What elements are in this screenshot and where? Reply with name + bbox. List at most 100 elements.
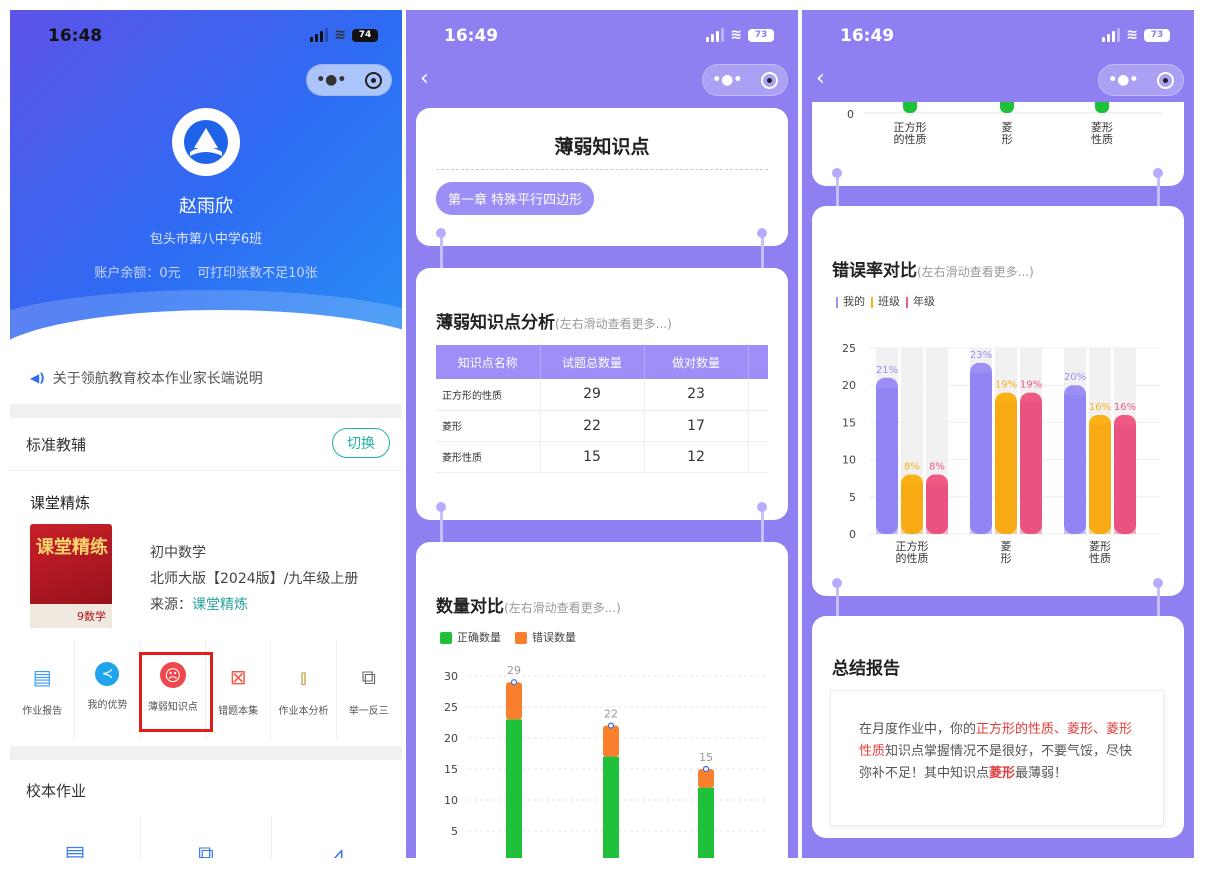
status-time: 16:49 bbox=[444, 26, 499, 46]
school-class: 包头市第八中学6班 bbox=[149, 232, 263, 247]
bar-shade bbox=[1020, 402, 1042, 534]
total-marker bbox=[702, 765, 710, 773]
tool-report[interactable]: ▤ 作业报告 bbox=[10, 640, 76, 740]
x-tick-label: 性质 bbox=[1089, 551, 1111, 565]
more-icon[interactable]: •●• bbox=[1108, 72, 1138, 88]
quantity-chart: 5 10 15 20 25 30 29 22 15 bbox=[444, 664, 766, 858]
bar-wrong bbox=[506, 682, 522, 720]
book-cover[interactable]: 课堂精练 9数学 bbox=[30, 524, 112, 628]
error-rate-chart: 051015202521%8% 8%正方形的性质23%19% 19%菱形20%16%… bbox=[842, 342, 1160, 565]
bar-wrong bbox=[603, 725, 619, 757]
data-label: 21% bbox=[876, 365, 898, 376]
more-icon[interactable]: •●• bbox=[712, 72, 742, 88]
student-name: 赵雨欣 bbox=[179, 196, 233, 217]
status-bar: 16:48 ≋ 74 bbox=[10, 10, 402, 62]
y-tick-label: 25 bbox=[842, 342, 856, 355]
y-tick-label: 20 bbox=[842, 379, 856, 392]
summary-text: 在月度作业中，你的正方形的性质、菱形、菱形性质知识点掌握情况不是很好，不要气馁，… bbox=[830, 690, 1164, 826]
table-row: 正方形的性质 29 23 bbox=[436, 379, 768, 411]
data-label: 23% bbox=[970, 350, 992, 361]
trend-icon[interactable]: ⩘ bbox=[272, 816, 402, 858]
error-rate-title: 错误率对比(左右滑动查看更多...) bbox=[832, 261, 1034, 281]
bar-shade bbox=[1064, 395, 1086, 534]
y-tick-label: 0 bbox=[847, 108, 854, 121]
share-icon: ≺ bbox=[95, 662, 120, 686]
book-info: 初中数学 北师大版【2024版】/九年级上册 来源：课堂精炼 bbox=[150, 545, 359, 613]
x-tick-label: 的性质 bbox=[894, 132, 927, 146]
analysis-table: 知识点名称 试题总数量 做对数量 正方形的性质 29 23 菱形 22 17 菱形性质 15 1… bbox=[436, 345, 768, 473]
notice-link[interactable]: ◀) 关于领航教育校本作业家长端说明 bbox=[30, 368, 263, 388]
weak-points-card: 薄弱知识点 第一章 特殊平行四边形 bbox=[416, 108, 788, 246]
y-tick-label: 0 bbox=[849, 528, 856, 541]
total-label: 22 bbox=[604, 708, 618, 721]
data-label: 20% bbox=[1064, 372, 1086, 383]
signal-icon bbox=[706, 28, 725, 42]
doc-icon[interactable]: ▤ bbox=[10, 816, 141, 858]
back-icon[interactable]: ‹ bbox=[420, 66, 429, 91]
error-rate-legend: 我的 班级 年级 bbox=[836, 293, 1184, 309]
tool-analogy[interactable]: ⧉ 举一反三 bbox=[337, 640, 402, 740]
tool-workbook-analysis[interactable]: ⫾ 作业本分析 bbox=[271, 640, 337, 740]
bar-shade bbox=[1114, 424, 1136, 534]
y-tick-label: 10 bbox=[842, 454, 856, 467]
course-title: 课堂精炼 bbox=[30, 494, 91, 512]
data-label: 19% bbox=[995, 380, 1017, 391]
miniapp-capsule[interactable]: •●• bbox=[702, 64, 788, 96]
y-tick-label: 15 bbox=[444, 763, 458, 776]
bar-shade bbox=[970, 372, 992, 534]
back-icon[interactable]: ‹ bbox=[816, 66, 825, 91]
total-label: 15 bbox=[699, 751, 713, 764]
bar-shade bbox=[1089, 424, 1111, 534]
balance-info: 账户余额：0元 可打印张数不足10张 bbox=[94, 266, 318, 281]
speaker-icon: ◀) bbox=[30, 371, 45, 385]
x-tick-label: 正方形 bbox=[896, 539, 929, 553]
data-label: 16% bbox=[1089, 402, 1111, 413]
status-bar: 16:49 ≋ 73 bbox=[406, 10, 798, 62]
school-logo bbox=[172, 108, 240, 176]
close-miniapp-icon[interactable] bbox=[760, 71, 778, 89]
battery-icon: 74 bbox=[352, 28, 378, 42]
total-label: 29 bbox=[507, 664, 521, 677]
weak-points-screen: 16:49 ≋ 73 ‹ •●• 薄弱知识点 第一章 特殊平行四边形 薄弱知识点分… bbox=[406, 10, 798, 858]
y-tick-label: 25 bbox=[444, 701, 458, 714]
miniapp-capsule[interactable]: •●• bbox=[1098, 64, 1184, 96]
y-tick-label: 30 bbox=[444, 670, 458, 683]
signal-icon bbox=[310, 28, 329, 42]
y-tick-label: 10 bbox=[444, 794, 458, 807]
status-time: 16:48 bbox=[48, 26, 103, 46]
x-tick-label: 形 bbox=[1001, 552, 1012, 565]
x-tick-label: 形 bbox=[1002, 133, 1013, 146]
bar-correct bbox=[603, 756, 619, 858]
switch-button[interactable]: 切换 bbox=[332, 428, 390, 458]
standard-label: 标准教辅 bbox=[26, 436, 87, 454]
chapter-tag[interactable]: 第一章 特殊平行四边形 bbox=[436, 182, 595, 215]
bar-shade bbox=[995, 402, 1017, 534]
table-row: 菱形 22 17 bbox=[436, 410, 768, 442]
bar-chart-icon: ⫾ bbox=[300, 665, 307, 689]
y-tick-label: 5 bbox=[849, 491, 856, 504]
frame-icon[interactable]: ⧉ bbox=[141, 816, 272, 858]
total-marker bbox=[607, 722, 615, 729]
close-miniapp-icon[interactable] bbox=[1156, 71, 1174, 89]
data-label: 16% bbox=[1114, 402, 1136, 413]
school-homework-label: 校本作业 bbox=[26, 782, 87, 800]
summary-title: 总结报告 bbox=[832, 659, 900, 679]
close-miniapp-icon[interactable] bbox=[364, 71, 382, 89]
error-rate-card: 错误率对比(左右滑动查看更多...) 我的 班级 年级 0 5 10 15 20 25 21… bbox=[812, 206, 1184, 596]
report-icon: ▤ bbox=[32, 665, 52, 689]
miniapp-capsule[interactable]: •●• bbox=[306, 64, 392, 96]
error-rate-screen: 0正方形的性质菱形菱形性质 16:49 ≋73 16:49 ≋73 ‹ •●• … bbox=[802, 10, 1194, 858]
analysis-title: 薄弱知识点分析(左右滑动查看更多...) bbox=[436, 313, 672, 333]
bar-shade bbox=[876, 387, 898, 534]
tool-mistakes[interactable]: ⊠ 错题本集 bbox=[206, 640, 272, 740]
more-icon[interactable]: •●• bbox=[316, 72, 346, 88]
homework-icons: ▤ ⧉ ⩘ bbox=[10, 816, 402, 858]
y-tick-label: 5 bbox=[451, 825, 458, 838]
analysis-card: 薄弱知识点分析(左右滑动查看更多...) 知识点名称 试题总数量 做对数量 正方形的… bbox=[416, 268, 788, 520]
table-row: 菱形性质 15 12 bbox=[436, 441, 768, 473]
battery-icon: 73 bbox=[748, 28, 774, 42]
wifi-icon: ≋ bbox=[730, 27, 742, 43]
tool-advantage[interactable]: ≺ 我的优势 bbox=[75, 640, 141, 740]
x-tick-label: 性质 bbox=[1091, 132, 1113, 146]
wifi-icon: ≋ bbox=[334, 27, 346, 43]
